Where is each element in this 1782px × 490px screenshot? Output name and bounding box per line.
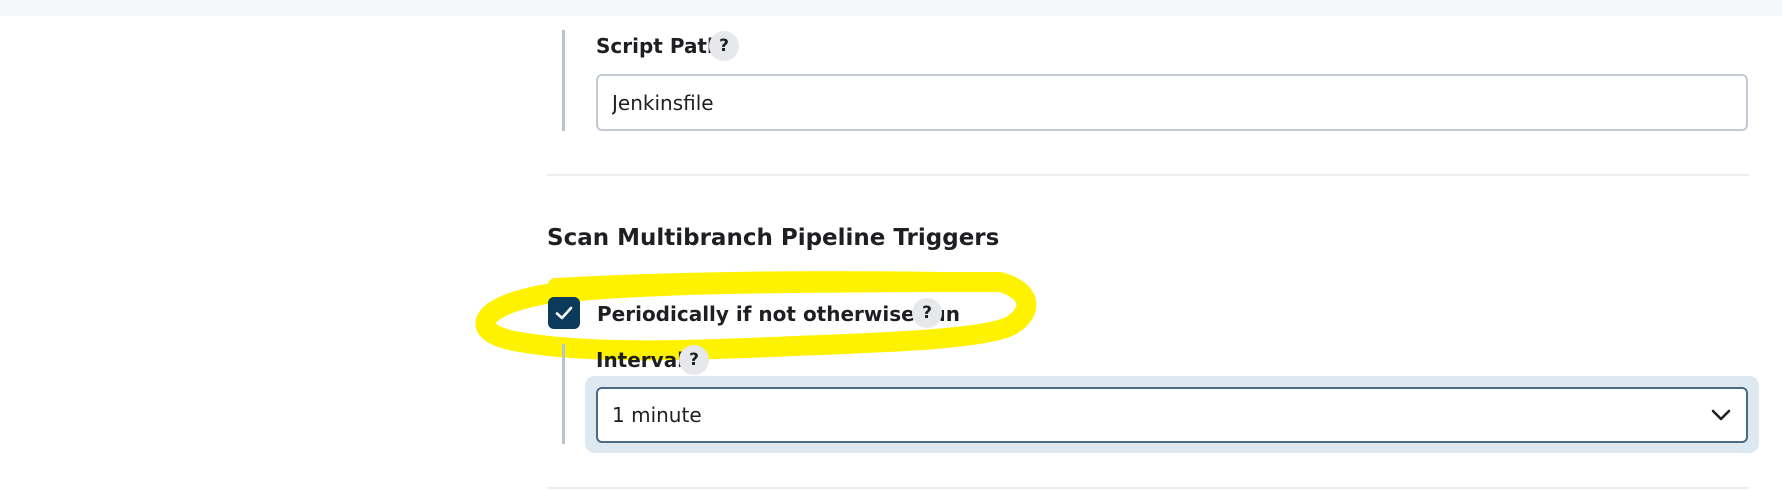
chevron-down-icon bbox=[1711, 409, 1731, 421]
script-path-help-icon[interactable]: ? bbox=[709, 31, 739, 61]
periodic-trigger-help-icon[interactable]: ? bbox=[912, 298, 942, 328]
section-divider bbox=[547, 174, 1749, 176]
interval-select[interactable]: 1 minute bbox=[596, 387, 1748, 443]
periodic-trigger-checkbox[interactable] bbox=[548, 297, 580, 329]
interval-label: Interval bbox=[596, 348, 685, 372]
script-path-input[interactable] bbox=[596, 74, 1748, 131]
triggers-section-title: Scan Multibranch Pipeline Triggers bbox=[547, 225, 1000, 251]
script-path-indent-line bbox=[562, 30, 565, 131]
section-divider-bottom bbox=[547, 487, 1749, 489]
script-path-label: Script Path bbox=[596, 34, 722, 58]
periodic-trigger-label[interactable]: Periodically if not otherwise run bbox=[597, 301, 960, 327]
top-bar bbox=[0, 0, 1782, 16]
interval-indent-line bbox=[562, 344, 565, 444]
interval-selected-value: 1 minute bbox=[612, 403, 702, 427]
interval-help-icon[interactable]: ? bbox=[679, 345, 709, 375]
checkmark-icon bbox=[555, 306, 573, 320]
